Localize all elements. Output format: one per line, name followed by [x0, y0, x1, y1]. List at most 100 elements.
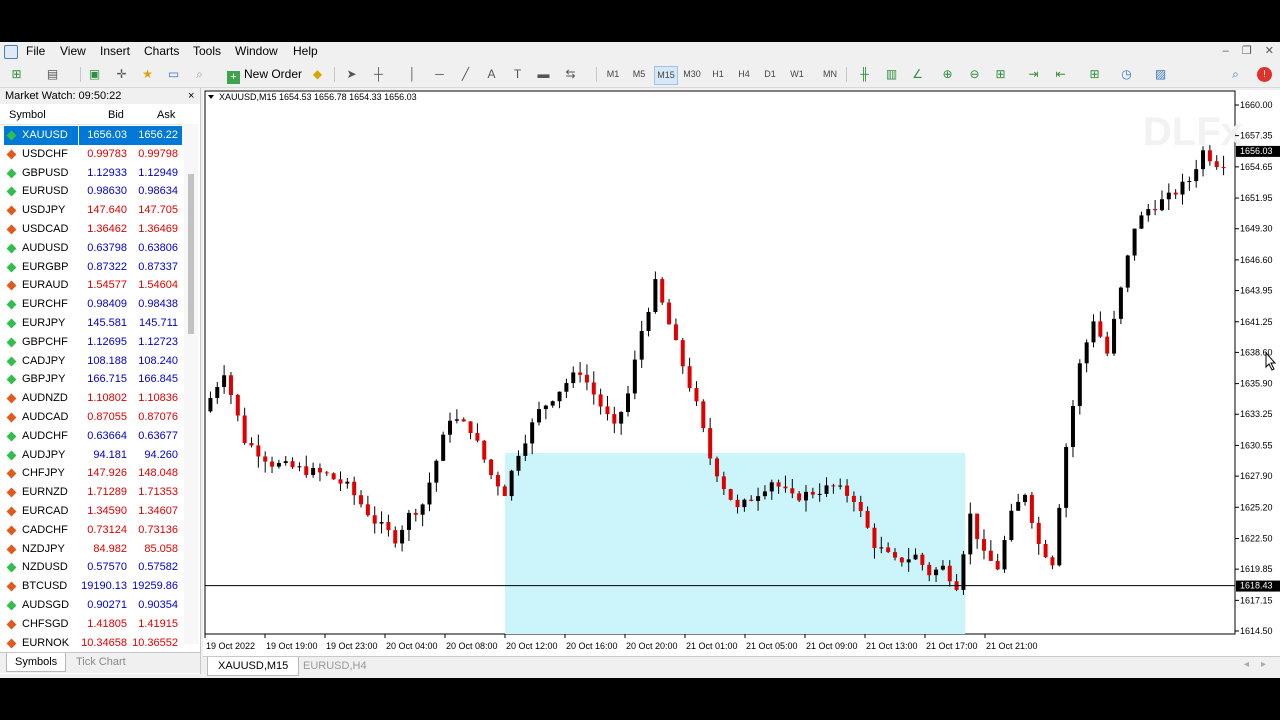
close-icon[interactable]: ✕	[1265, 45, 1274, 57]
candle-body	[797, 493, 802, 501]
market-watch-scrollbar[interactable]	[184, 124, 198, 644]
column-ask[interactable]: Ask	[157, 109, 175, 121]
column-symbol[interactable]: Symbol	[9, 109, 46, 121]
menu-window[interactable]: Window	[235, 44, 278, 58]
market-watch-row[interactable]: GBPJPY 166.715 166.845	[4, 370, 182, 389]
tab-symbols[interactable]: Symbols	[6, 653, 67, 672]
row-bid: 1656.03	[87, 129, 127, 141]
market-watch-row[interactable]: NZDUSD 0.57570 0.57582	[4, 558, 182, 577]
scrollbar-thumb[interactable]	[188, 174, 194, 334]
timeframe-m1[interactable]: M1	[602, 66, 624, 83]
market-watch-row[interactable]: CHFJPY 147.926 148.048	[4, 464, 182, 483]
market-watch-icon[interactable]: ▣	[86, 66, 103, 83]
market-watch-row[interactable]: AUDNZD 1.10802 1.10836	[4, 389, 182, 408]
market-watch-row[interactable]: NZDJPY 84.982 85.058	[4, 540, 182, 559]
new-order-button[interactable]: + New Order	[227, 65, 302, 84]
market-watch-row[interactable]: USDCHF 0.99783 0.99798	[4, 145, 182, 164]
rectangle-tool-icon[interactable]: ▬	[535, 66, 552, 83]
restore-icon[interactable]: ❐	[1242, 45, 1252, 57]
market-watch-row[interactable]: AUDUSD 0.63798 0.63806	[4, 239, 182, 258]
chart-tab-xauusd[interactable]: XAUUSD,M15	[207, 657, 300, 676]
chart-window[interactable]: DLFx 1660.00 1657.35 1654.65 1651.95 1649.30 1…	[203, 90, 1280, 660]
crosshair-icon[interactable]: ┼	[370, 66, 387, 83]
market-watch-row[interactable]: EURNOK 10.34658 10.36552	[4, 634, 182, 653]
market-watch-row[interactable]: BTCUSD 19190.13 19259.86	[4, 577, 182, 596]
market-watch-row[interactable]: EURCHF 0.98409 0.98438	[4, 295, 182, 314]
close-icon[interactable]: ×	[188, 90, 194, 102]
trendline-icon[interactable]: ╱	[457, 66, 474, 83]
market-watch-row[interactable]: GBPUSD 1.12933 1.12949	[4, 164, 182, 183]
market-watch-row[interactable]: XAUUSD 1656.03 1656.22	[4, 126, 182, 145]
market-watch-row[interactable]: EURUSD 0.98630 0.98634	[4, 182, 182, 201]
market-watch-row[interactable]: EURCAD 1.34590 1.34607	[4, 502, 182, 521]
chevron-left-icon[interactable]: ◂	[1244, 659, 1249, 670]
tab-scroll-arrows[interactable]: ◂ ▸	[1232, 659, 1266, 670]
timeframe-m15[interactable]: M15	[654, 66, 678, 85]
zoom-out-icon[interactable]: ⊖	[966, 66, 983, 83]
market-watch-row[interactable]: EURGBP 0.87322 0.87337	[4, 258, 182, 277]
templates-icon[interactable]: ▨	[1152, 66, 1169, 83]
market-watch-row[interactable]: AUDCHF 0.63664 0.63677	[4, 427, 182, 446]
menu-file[interactable]: File	[26, 44, 45, 58]
search-icon[interactable]: ⌕	[1227, 66, 1244, 83]
text-tool-icon[interactable]: A	[483, 66, 500, 83]
market-watch-row[interactable]: AUDSGD 0.90271 0.90354	[4, 596, 182, 615]
market-watch-row[interactable]: GBPCHF 1.12695 1.12723	[4, 333, 182, 352]
navigator-icon[interactable]: ★	[139, 66, 156, 83]
autotrading-icon[interactable]: ◆	[309, 66, 326, 83]
menu-view[interactable]: View	[60, 44, 86, 58]
chart-tab-eurusd[interactable]: EURUSD,H4	[293, 657, 377, 675]
market-watch-row[interactable]: CADCHF 0.73124 0.73136	[4, 521, 182, 540]
market-watch-row[interactable]: USDCAD 1.36462 1.36469	[4, 220, 182, 239]
chart-shift-icon[interactable]: ⇥	[1025, 66, 1042, 83]
market-watch-row[interactable]: CHFSGD 1.41805 1.41915	[4, 615, 182, 634]
menu-help[interactable]: Help	[293, 44, 318, 58]
zoom-in-icon[interactable]: ⊕	[939, 66, 956, 83]
market-watch-row[interactable]: AUDJPY 94.181 94.260	[4, 446, 182, 465]
candlestick-icon[interactable]: ▥	[883, 66, 900, 83]
candle-body	[934, 569, 939, 576]
terminal-icon[interactable]: ▭	[165, 66, 182, 83]
market-watch-row[interactable]: EURAUD 1.54577 1.54604	[4, 276, 182, 295]
timeframe-m30[interactable]: M30	[681, 66, 703, 83]
market-watch-row[interactable]: EURNZD 1.71289 1.71353	[4, 483, 182, 502]
timeframe-mn[interactable]: MN	[819, 66, 841, 83]
timeframe-w1[interactable]: W1	[786, 66, 808, 83]
timeframe-h1[interactable]: H1	[707, 66, 729, 83]
timeframe-d1[interactable]: D1	[759, 66, 781, 83]
indicators-icon[interactable]: ⊞	[1086, 66, 1103, 83]
price-chart[interactable]: DLFx1660.00 1657.35 1654.65 1651.95 1649.30 1…	[203, 90, 1280, 660]
market-watch-row[interactable]: CADJPY 108.188 108.240	[4, 352, 182, 371]
timeframe-h4[interactable]: H4	[733, 66, 755, 83]
menu-insert[interactable]: Insert	[100, 44, 130, 58]
tile-windows-icon[interactable]: ⊞	[992, 66, 1009, 83]
y-tick-label: 1633.25	[1240, 409, 1273, 419]
strategy-tester-icon[interactable]: ⌕	[191, 66, 208, 83]
arrows-tool-icon[interactable]: ⇆	[562, 66, 579, 83]
cursor-icon[interactable]: ➤	[343, 66, 360, 83]
horizontal-line-icon[interactable]: ─	[431, 66, 448, 83]
market-watch-row[interactable]: EURJPY 145.581 145.711	[4, 314, 182, 333]
menu-tools[interactable]: Tools	[193, 44, 221, 58]
row-symbol: AUDJPY	[22, 448, 66, 461]
timeframe-m5[interactable]: M5	[628, 66, 650, 83]
bar-chart-icon[interactable]: ╫	[856, 66, 873, 83]
tab-tick-chart[interactable]: Tick Chart	[68, 653, 134, 671]
market-watch-row[interactable]: AUDCAD 0.87055 0.87076	[4, 408, 182, 427]
menu-charts[interactable]: Charts	[144, 44, 179, 58]
text-label-icon[interactable]: T	[509, 66, 526, 83]
column-bid[interactable]: Bid	[108, 109, 124, 121]
autoscroll-icon[interactable]: ⇤	[1052, 66, 1069, 83]
line-chart-icon[interactable]: ∠	[909, 66, 926, 83]
row-symbol: AUDCAD	[22, 410, 69, 423]
profiles-icon[interactable]: ▤	[44, 66, 61, 83]
new-chart-icon[interactable]: ⊞	[8, 66, 25, 83]
minimize-icon[interactable]: –	[1223, 45, 1229, 57]
notification-icon[interactable]: !	[1257, 67, 1272, 82]
chevron-right-icon[interactable]: ▸	[1261, 659, 1266, 670]
data-window-icon[interactable]: ✛	[113, 66, 130, 83]
row-symbol: AUDUSD	[22, 241, 69, 254]
market-watch-row[interactable]: USDJPY 147.640 147.705	[4, 201, 182, 220]
periods-icon[interactable]: ◷	[1118, 66, 1135, 83]
vertical-line-icon[interactable]: │	[404, 66, 421, 83]
